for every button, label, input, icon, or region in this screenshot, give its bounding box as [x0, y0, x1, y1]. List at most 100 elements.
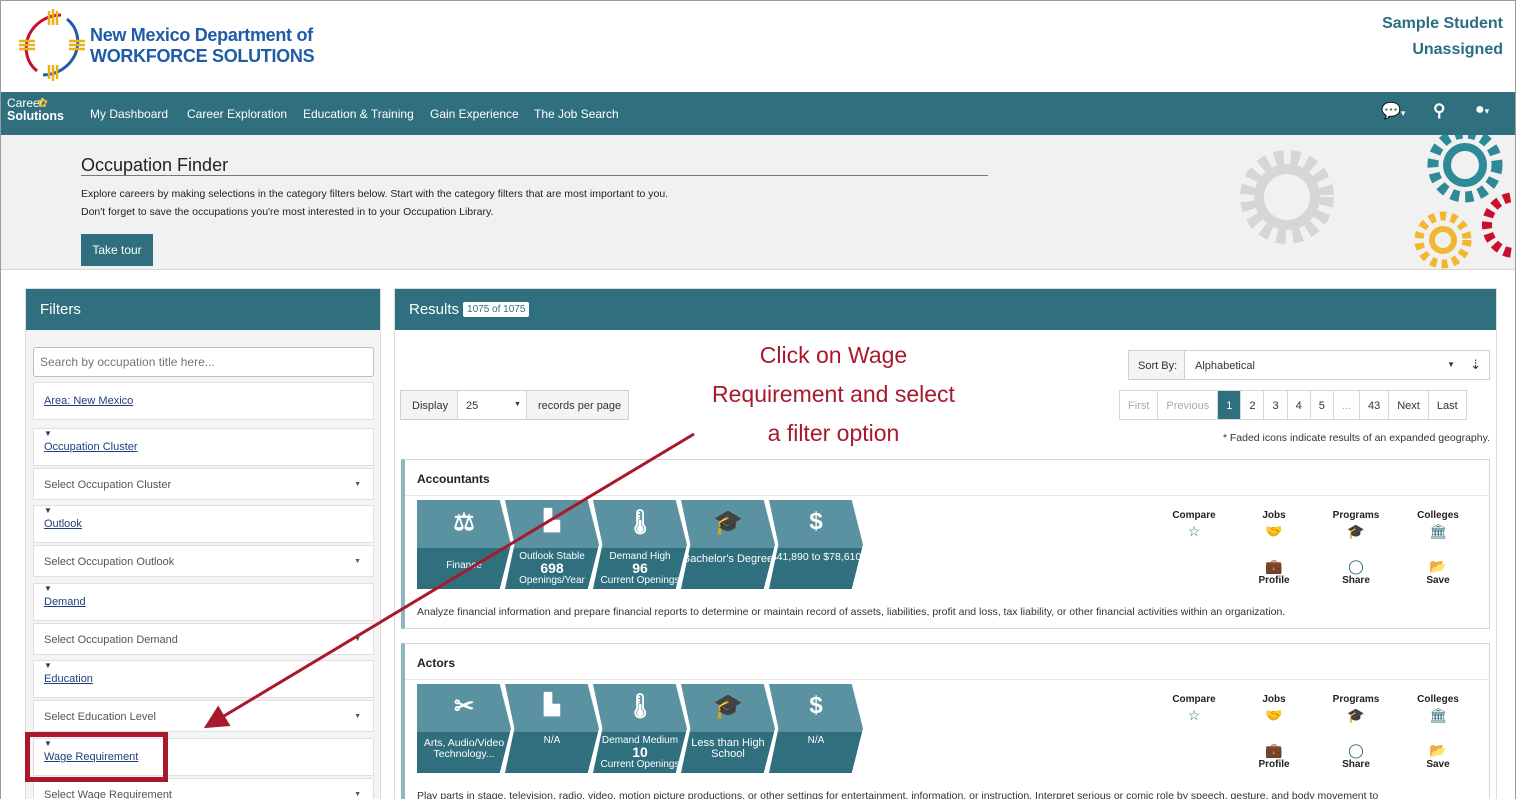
results-title: Results 1075 of 1075 — [395, 289, 1496, 330]
outlook-chevron[interactable]: ▙ N/A — [505, 684, 599, 773]
graduation-cap-icon: 🎓 — [713, 509, 743, 536]
filter-occupation-cluster[interactable]: ▼ Occupation Cluster — [33, 428, 374, 466]
wage-chevron[interactable]: $ N/A — [769, 684, 863, 773]
outlook-select[interactable]: Select Occupation Outlook ▼ — [33, 545, 374, 577]
gear-icon: ✿ — [37, 95, 48, 110]
gears-illustration-icon — [1240, 135, 1515, 269]
colleges-button[interactable]: Colleges 🏛 — [1403, 694, 1473, 724]
profile-label: Profile — [1258, 759, 1290, 770]
results-count-badge: 1075 of 1075 — [463, 302, 530, 317]
nav-career-exploration[interactable]: Career Exploration — [187, 107, 287, 121]
occupation-title[interactable]: Accountants — [405, 460, 1489, 496]
comment-icon: ◯ — [1348, 742, 1364, 758]
share-label: Share — [1342, 759, 1370, 770]
compare-button[interactable]: Compare ☆ — [1159, 510, 1229, 540]
programs-button[interactable]: Programs 🎓 — [1321, 510, 1391, 540]
nav-my-dashboard[interactable]: My Dashboard — [90, 107, 168, 121]
chart-icon: ▙ — [544, 510, 560, 532]
page-next[interactable]: Next — [1389, 391, 1429, 419]
chevron-number: 10 — [632, 744, 648, 760]
page-last[interactable]: Last — [1429, 391, 1466, 419]
page-previous[interactable]: Previous — [1158, 391, 1219, 419]
main-nav: Career ✿ Solutions My Dashboard Career E… — [1, 92, 1515, 135]
chevron-sub: Current Openings — [600, 575, 680, 586]
filter-education[interactable]: ▼ Education — [33, 660, 374, 698]
page-43[interactable]: 43 — [1360, 391, 1390, 419]
education-chevron[interactable]: 🎓 Less than High School — [681, 684, 775, 773]
outlook-chevron[interactable]: ▙ Outlook Stable 698 Openings/Year — [505, 500, 599, 589]
select-value: Select Education Level — [44, 711, 156, 723]
cluster-chevron[interactable]: ⚖ Finance — [417, 500, 511, 589]
save-button[interactable]: 📂 Save — [1403, 556, 1473, 586]
occupation-cluster-select[interactable]: Select Occupation Cluster ▼ — [33, 468, 374, 500]
share-button[interactable]: ◯ Share — [1321, 556, 1391, 586]
profile-button[interactable]: 💼 Profile — [1239, 740, 1309, 770]
page-5[interactable]: 5 — [1311, 391, 1334, 419]
programs-button[interactable]: Programs 🎓 — [1321, 694, 1391, 724]
sort-order-icon[interactable]: ⇣ — [1470, 357, 1481, 373]
nav-education-training[interactable]: Education & Training — [303, 107, 414, 121]
chevron-sub: Openings/Year — [519, 575, 585, 586]
select-value: Select Occupation Outlook — [44, 556, 175, 568]
chart-icon: ▙ — [544, 694, 560, 716]
search-icon[interactable]: ⚲ — [1433, 101, 1445, 121]
page-1[interactable]: 1 — [1218, 391, 1242, 419]
page-3[interactable]: 3 — [1264, 391, 1288, 419]
handshake-icon: 🤝 — [1265, 523, 1283, 539]
demand-chevron[interactable]: 🌡 Demand High 96 Current Openings — [593, 500, 687, 589]
jobs-button[interactable]: Jobs 🤝 — [1239, 694, 1309, 724]
page-first[interactable]: First — [1120, 391, 1159, 419]
chevron-number: 96 — [632, 560, 648, 576]
filter-outlook[interactable]: ▼ Outlook — [33, 505, 374, 543]
demand-select[interactable]: Select Occupation Demand ▼ — [33, 623, 374, 655]
area-link[interactable]: Area: New Mexico — [33, 382, 374, 420]
site-header: New Mexico Department of WORKFORCE SOLUT… — [1, 1, 1515, 92]
dollar-icon: $ — [809, 692, 823, 719]
annotation-line2: Requirement and select — [712, 381, 955, 407]
user-icon[interactable]: ●▾ — [1475, 101, 1489, 119]
page-4[interactable]: 4 — [1288, 391, 1311, 419]
annotation-line1: Click on Wage — [759, 342, 908, 368]
education-select[interactable]: Select Education Level ▼ — [33, 700, 374, 732]
education-chevron[interactable]: 🎓 Bachelor's Degree — [681, 500, 775, 589]
share-button[interactable]: ◯ Share — [1321, 740, 1391, 770]
nav-job-search[interactable]: The Job Search — [534, 107, 619, 121]
records-per-page-select[interactable]: 25 ▼ — [457, 391, 527, 419]
caret-down-icon: ▼ — [514, 401, 521, 408]
filter-demand[interactable]: ▼ Demand — [33, 583, 374, 621]
result-card: Actors ✂ Arts, Audio/Video Technology...… — [401, 643, 1490, 799]
nav-gain-experience[interactable]: Gain Experience — [430, 107, 519, 121]
zia-logo-icon — [19, 9, 85, 81]
wage-chevron[interactable]: $ $41,890 to $78,610 — [769, 500, 863, 589]
title-divider — [81, 175, 988, 176]
cluster-chevron[interactable]: ✂ Arts, Audio/Video Technology... — [417, 684, 511, 773]
programs-label: Programs — [1332, 510, 1380, 521]
page-2[interactable]: 2 — [1241, 391, 1265, 419]
profile-button[interactable]: 💼 Profile — [1239, 556, 1309, 586]
chevron-text: Bachelor's Degree — [682, 553, 774, 565]
chevron-text: Less than High School — [691, 737, 765, 760]
jobs-button[interactable]: Jobs 🤝 — [1239, 510, 1309, 540]
chevron-sub: Current Openings — [600, 759, 680, 770]
save-button[interactable]: 📂 Save — [1403, 740, 1473, 770]
sort-by-control[interactable]: Sort By: Alphabetical ▼ ⇣ — [1128, 350, 1490, 380]
take-tour-button[interactable]: Take tour — [81, 234, 153, 266]
occupation-search-input[interactable] — [33, 347, 374, 377]
user-name[interactable]: Sample Student — [1382, 15, 1503, 33]
select-value: Select Occupation Demand — [44, 634, 178, 646]
demand-chevron[interactable]: 🌡 Demand Medium 10 Current Openings — [593, 684, 687, 773]
compare-button[interactable]: Compare ☆ — [1159, 694, 1229, 724]
filters-title: Filters — [26, 289, 380, 330]
colleges-label: Colleges — [1417, 510, 1459, 521]
folder-icon: 📂 — [1429, 742, 1447, 758]
colleges-button[interactable]: Colleges 🏛 — [1403, 510, 1473, 540]
career-solutions-logo[interactable]: Career ✿ Solutions — [7, 95, 64, 123]
page-title: Occupation Finder — [81, 155, 229, 175]
pagination: First Previous 1 2 3 4 5 ... 43 Next Las… — [1119, 390, 1467, 420]
caret-down-icon: ▼ — [354, 791, 361, 798]
occupation-description: Analyze financial information and prepar… — [417, 606, 1286, 618]
occupation-title[interactable]: Actors — [405, 644, 1489, 680]
page-ellipsis: ... — [1334, 391, 1360, 419]
chat-icon[interactable]: 💬▾ — [1381, 101, 1405, 121]
star-icon: ☆ — [1187, 523, 1201, 539]
